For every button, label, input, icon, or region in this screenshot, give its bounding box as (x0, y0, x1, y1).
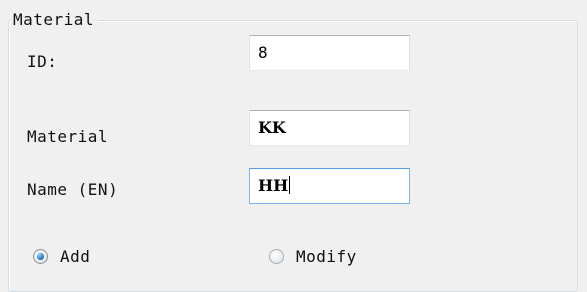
material-field[interactable]: KK (249, 110, 410, 146)
material-field-value: KK (258, 118, 286, 137)
radio-selected-icon (33, 249, 48, 264)
material-label: Material (27, 127, 109, 146)
add-radio-label: Add (60, 247, 91, 266)
name-en-field-value: HH (258, 176, 289, 195)
id-field[interactable]: 8 (249, 35, 410, 71)
group-title: Material (11, 8, 99, 32)
add-radio[interactable]: Add (33, 247, 90, 266)
id-label: ID: (27, 52, 58, 71)
id-field-value: 8 (258, 43, 268, 62)
text-cursor (289, 176, 291, 194)
modify-radio[interactable]: Modify (269, 247, 357, 266)
modify-radio-label: Modify (296, 247, 357, 266)
name-en-label: Name (EN) (27, 180, 119, 199)
name-en-field[interactable]: HH (249, 168, 410, 204)
radio-unselected-icon (269, 249, 284, 264)
